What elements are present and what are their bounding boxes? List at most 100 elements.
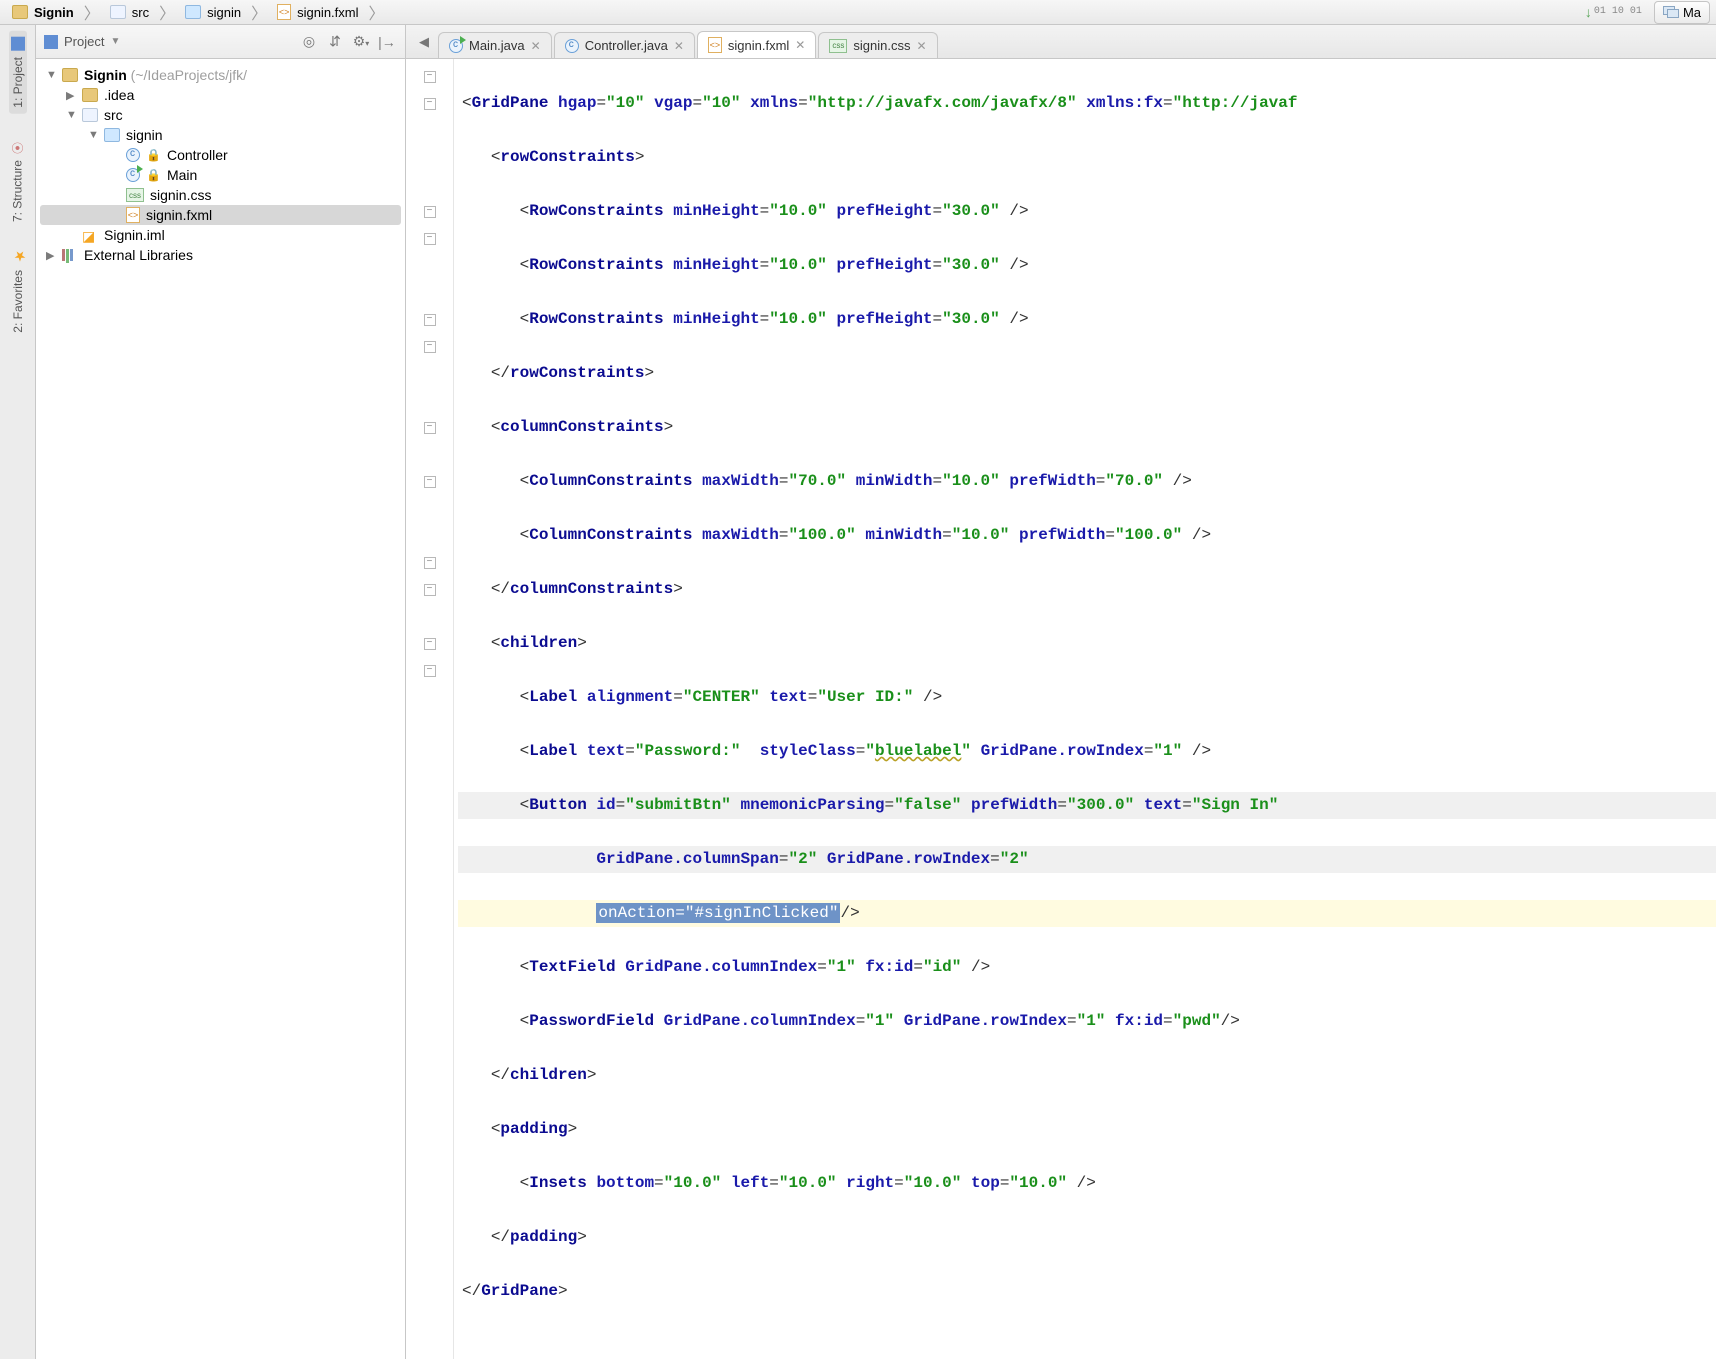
tree-hint: (~/IdeaProjects/jfk/ — [131, 67, 247, 83]
tree-controller[interactable]: 🔒 Controller — [40, 145, 401, 165]
fxml-icon: <> — [277, 4, 291, 20]
java-runnable-icon — [126, 168, 140, 182]
fold-icon[interactable]: − — [424, 638, 436, 650]
tab-label: signin.css — [853, 38, 910, 53]
fold-icon[interactable]: − — [424, 233, 436, 245]
rail-label: 7: Structure — [11, 160, 25, 222]
close-icon[interactable]: ✕ — [531, 39, 541, 53]
close-icon[interactable]: ✕ — [795, 38, 805, 52]
tab-signin-fxml[interactable]: <> signin.fxml ✕ — [697, 31, 816, 58]
project-panel-title: Project — [64, 34, 104, 49]
chevron-down-icon[interactable]: ▼ — [88, 129, 98, 141]
chevron-icon: 〉 — [84, 0, 100, 24]
hide-icon[interactable]: |→ — [377, 34, 397, 50]
fold-icon[interactable]: − — [424, 584, 436, 596]
fold-icon[interactable]: − — [424, 71, 436, 83]
lock-icon: 🔒 — [146, 168, 161, 182]
breadcrumb-file[interactable]: <> signin.fxml — [271, 2, 364, 22]
breadcrumb-signin[interactable]: Signin — [6, 3, 80, 22]
tree-main[interactable]: 🔒 Main — [40, 165, 401, 185]
window-mode-button[interactable]: Ma — [1654, 1, 1710, 24]
close-icon[interactable]: ✕ — [916, 39, 926, 53]
project-tree: ▼ Signin (~/IdeaProjects/jfk/ ▶ .idea ▼ … — [36, 59, 405, 269]
tree-label: Signin.iml — [104, 227, 165, 243]
tree-signin-pkg[interactable]: ▼ signin — [40, 125, 401, 145]
collapse-icon[interactable]: ⇵ — [325, 33, 345, 50]
fold-icon[interactable]: − — [424, 206, 436, 218]
chevron-down-icon[interactable]: ▼ — [46, 69, 56, 81]
tree-ext-libs[interactable]: ▶ External Libraries — [40, 245, 401, 265]
folder-icon — [104, 128, 120, 142]
library-icon — [62, 249, 78, 261]
tab-label: signin.fxml — [728, 38, 789, 53]
tree-src[interactable]: ▼ src — [40, 105, 401, 125]
crumb-label: Signin — [34, 5, 74, 20]
gear-icon[interactable]: ⚙▾ — [351, 33, 371, 50]
fold-icon[interactable]: − — [424, 557, 436, 569]
target-icon[interactable]: ◎ — [299, 33, 319, 50]
fold-icon[interactable]: − — [424, 476, 436, 488]
editor-tabs: ◀ Main.java ✕ Controller.java ✕ <> signi… — [406, 25, 1716, 59]
fold-icon[interactable]: − — [424, 422, 436, 434]
folder-icon — [62, 68, 78, 82]
project-icon — [44, 35, 58, 49]
java-runnable-icon — [449, 39, 463, 53]
chevron-icon: 〉 — [251, 0, 267, 24]
download-digits: 01 10 01 — [1594, 8, 1642, 16]
tab-label: Controller.java — [585, 38, 668, 53]
tree-iml[interactable]: ◪ Signin.iml — [40, 225, 401, 245]
project-panel: Project ▼ ◎ ⇵ ⚙▾ |→ ▼ Signin (~/IdeaProj… — [36, 25, 406, 1359]
tab-main-java[interactable]: Main.java ✕ — [438, 32, 552, 58]
crumb-label: src — [132, 5, 149, 20]
java-class-icon — [126, 148, 140, 162]
tree-label: signin — [126, 127, 163, 143]
tree-label: Controller — [167, 147, 228, 163]
gutter: − − − − − − − − − − − − — [406, 59, 454, 1359]
back-button[interactable]: ◀ — [412, 30, 436, 54]
folder-icon — [12, 5, 28, 19]
download-icon[interactable]: ↓ — [1585, 4, 1592, 20]
editor-area: ◀ Main.java ✕ Controller.java ✕ <> signi… — [406, 25, 1716, 1359]
structure-icon: ⦿ — [9, 142, 26, 154]
tree-label: Signin — [84, 67, 127, 83]
fxml-icon: <> — [708, 37, 722, 53]
window-button-label: Ma — [1683, 5, 1701, 20]
fold-icon[interactable]: − — [424, 98, 436, 110]
java-class-icon — [565, 39, 579, 53]
rail-favorites[interactable]: 2: Favorites ★ — [11, 250, 25, 333]
code-editor[interactable]: − − − − − − − − − − − − — [406, 59, 1716, 1359]
tab-signin-css[interactable]: css signin.css ✕ — [818, 32, 937, 58]
code[interactable]: <GridPane hgap="10" vgap="10" xmlns="htt… — [454, 59, 1716, 1359]
fold-icon[interactable]: − — [424, 341, 436, 353]
tab-controller-java[interactable]: Controller.java ✕ — [554, 32, 695, 58]
tree-label: src — [104, 107, 123, 123]
chevron-right-icon[interactable]: ▶ — [66, 89, 76, 102]
tree-fxml-file[interactable]: <> signin.fxml — [40, 205, 401, 225]
tree-label: External Libraries — [84, 247, 193, 263]
chevron-down-icon[interactable]: ▼ — [66, 109, 76, 121]
crumb-label: signin.fxml — [297, 5, 358, 20]
project-icon — [11, 37, 25, 51]
fold-icon[interactable]: − — [424, 665, 436, 677]
folder-icon — [82, 108, 98, 122]
folder-icon — [185, 5, 201, 19]
chevron-icon: 〉 — [159, 0, 175, 24]
tree-label: signin.css — [150, 187, 211, 203]
tree-label: .idea — [104, 87, 134, 103]
fold-icon[interactable]: − — [424, 314, 436, 326]
tree-root[interactable]: ▼ Signin (~/IdeaProjects/jfk/ — [40, 65, 401, 85]
rail-project[interactable]: 1: Project — [9, 31, 27, 114]
chevron-right-icon[interactable]: ▶ — [46, 249, 56, 262]
tree-label: Main — [167, 167, 197, 183]
breadcrumb-src[interactable]: src — [104, 3, 155, 22]
css-icon: css — [126, 188, 144, 202]
iml-icon: ◪ — [82, 228, 98, 242]
rail-structure[interactable]: 7: Structure ⦿ — [9, 142, 26, 222]
close-icon[interactable]: ✕ — [674, 39, 684, 53]
tree-idea[interactable]: ▶ .idea — [40, 85, 401, 105]
breadcrumb-signin-pkg[interactable]: signin — [179, 3, 247, 22]
rail-label: 1: Project — [11, 57, 25, 108]
chevron-icon: 〉 — [369, 0, 385, 24]
chevron-down-icon[interactable]: ▼ — [110, 36, 120, 47]
tree-css-file[interactable]: css signin.css — [40, 185, 401, 205]
